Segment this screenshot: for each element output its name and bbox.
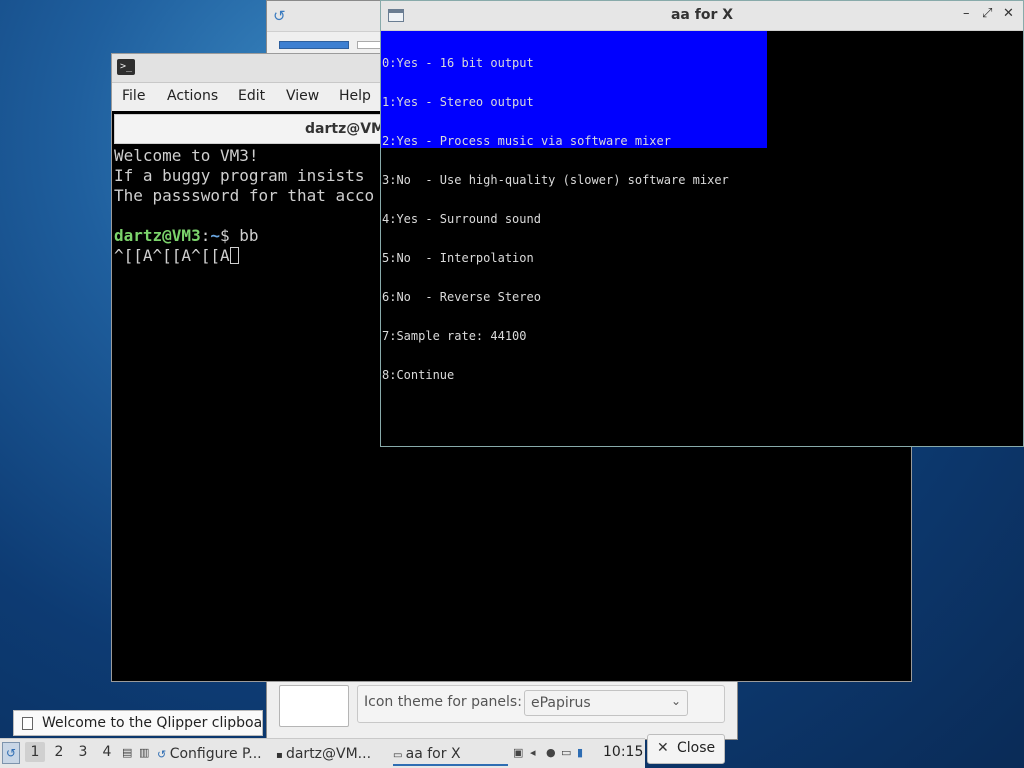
terminal-line: Welcome to VM3!	[114, 146, 259, 165]
task-label: aa for X	[405, 746, 461, 762]
close-button[interactable]: ✕ Close	[647, 734, 725, 764]
chevron-down-icon: ⌄	[670, 694, 681, 708]
aa-option[interactable]: 3:No - Use high-quality (slower) softwar…	[382, 174, 729, 187]
terminal-line: The passsword for that acco	[114, 186, 375, 205]
prompt-command: $ bb	[219, 226, 259, 245]
workspace-4[interactable]: 4	[97, 744, 117, 760]
terminal-icon: ▪	[276, 750, 286, 761]
tray-display-icon[interactable]: ▭	[561, 746, 571, 759]
aa-option[interactable]: 4:Yes - Surround sound	[382, 213, 729, 226]
aa-option[interactable]: 7:Sample rate: 44100	[382, 330, 729, 343]
menu-view[interactable]: View	[286, 88, 319, 104]
close-x-icon: ✕	[657, 740, 669, 756]
terminal-input-text: ^[[A^[[A^[[A	[114, 246, 230, 265]
taskbar: ↺ 1 2 3 4 ▤ ▥ ↺ Configure P... ▪ dartz@V…	[0, 738, 645, 768]
aa-option[interactable]: 1:Yes - Stereo output	[382, 96, 729, 109]
tray-volume-icon[interactable]: ◂	[530, 746, 536, 759]
icon-theme-label: Icon theme for panels:	[364, 694, 522, 710]
workspace-2[interactable]: 2	[49, 744, 69, 760]
notification-text: Welcome to the Qlipper clipboa	[42, 715, 262, 731]
tray-chat-icon[interactable]: ●	[546, 746, 556, 759]
window-icon: ▭	[393, 750, 406, 761]
aa-window-title: aa for X	[670, 7, 734, 23]
task-label: Configure P...	[169, 746, 262, 762]
prompt-separator: :	[200, 226, 211, 245]
aa-option[interactable]: 8:Continue	[382, 369, 729, 382]
start-menu-icon[interactable]: ↺	[2, 742, 20, 764]
qlipper-notification[interactable]: Welcome to the Qlipper clipboa	[13, 710, 263, 736]
aa-titlebar[interactable]: aa for X – ⤢ ✕	[381, 1, 1023, 31]
task-configure[interactable]: ↺ Configure P...	[157, 742, 262, 766]
clock[interactable]: 10:15	[603, 744, 643, 760]
task-terminal[interactable]: ▪ dartz@VM...	[276, 742, 371, 766]
terminal-line: If a buggy program insists	[114, 166, 365, 185]
config-icon: ↺	[157, 748, 170, 761]
menu-actions[interactable]: Actions	[167, 88, 218, 104]
icon-theme-value: ePapirus	[531, 695, 591, 711]
icon-theme-select[interactable]: ePapirus ⌄	[524, 690, 688, 716]
workspace-3[interactable]: 3	[73, 744, 93, 760]
minimize-icon[interactable]: –	[963, 6, 970, 21]
terminal-icon: >_	[117, 59, 135, 75]
tray-update-icon[interactable]: ▮	[577, 746, 583, 759]
icon-theme-group: Icon theme for panels: ePapirus ⌄	[357, 685, 725, 723]
aa-options-list[interactable]: 0:Yes - 16 bit output 1:Yes - Stereo out…	[382, 31, 729, 408]
menu-edit[interactable]: Edit	[238, 88, 265, 104]
workspace-1[interactable]: 1	[25, 742, 45, 762]
terminal-prompt-line: dartz@VM3:~$ bb	[114, 226, 259, 246]
aa-option[interactable]: 6:No - Reverse Stereo	[382, 291, 729, 304]
terminal-cursor	[229, 247, 239, 264]
task-aa[interactable]: ▭ aa for X	[393, 742, 508, 766]
prompt-user: dartz@VM3	[114, 226, 201, 245]
maximize-icon[interactable]: ⤢	[982, 6, 992, 21]
clipboard-icon	[22, 717, 33, 730]
icon-theme-preview	[279, 685, 349, 727]
task-label: dartz@VM...	[285, 746, 372, 762]
lxqt-icon: ↺	[273, 7, 286, 25]
menu-file[interactable]: File	[122, 88, 145, 104]
menu-help[interactable]: Help	[339, 88, 371, 104]
aa-option[interactable]: 5:No - Interpolation	[382, 252, 729, 265]
aa-option[interactable]: 0:Yes - 16 bit output	[382, 57, 729, 70]
config-theme-thumbnail-selected[interactable]	[279, 41, 349, 49]
quicklaunch-terminal-icon[interactable]: ▥	[139, 746, 149, 759]
aa-window: aa for X – ⤢ ✕ 0:Yes - 16 bit output 1:Y…	[380, 0, 1024, 447]
close-icon[interactable]: ✕	[1003, 6, 1014, 21]
tray-network-icon[interactable]: ▣	[513, 746, 523, 759]
aa-option[interactable]: 2:Yes - Process music via software mixer	[382, 135, 729, 148]
close-button-label: Close	[677, 740, 716, 756]
quicklaunch-files-icon[interactable]: ▤	[122, 746, 132, 759]
prompt-path: ~	[210, 226, 220, 245]
terminal-input-line: ^[[A^[[A^[[A	[114, 246, 239, 266]
